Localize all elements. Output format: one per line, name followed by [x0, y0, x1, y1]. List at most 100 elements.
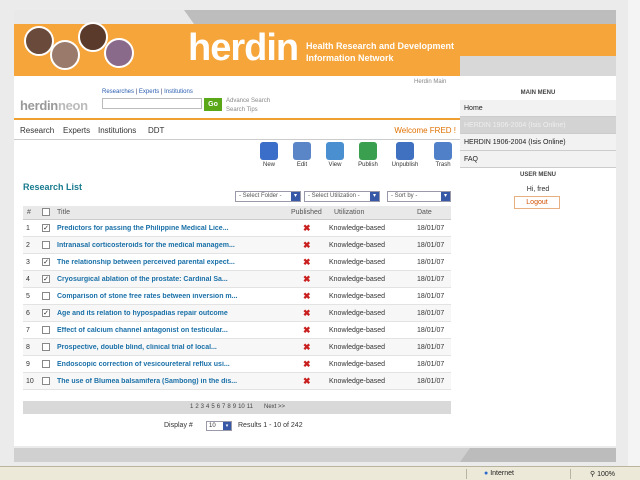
page-link[interactable]: 7	[222, 404, 225, 410]
row-checkbox[interactable]: ✓	[42, 309, 50, 317]
row-number: 1	[26, 225, 30, 232]
nav-research[interactable]: Research	[20, 126, 54, 135]
unpublished-icon[interactable]: ✖	[303, 275, 311, 284]
page-link[interactable]: 4	[206, 404, 209, 410]
menu-item-herdin-isis[interactable]: HERDIN 1906-2004 (Isis Online)	[460, 134, 616, 151]
page-link[interactable]: 11	[247, 404, 253, 410]
zoom-level[interactable]: ⚲ 100%	[590, 470, 615, 478]
toolbar-trash-button[interactable]: Trash	[428, 142, 458, 168]
row-checkbox[interactable]	[42, 241, 50, 249]
footer-bar	[14, 448, 616, 462]
page-link[interactable]: 5	[211, 404, 214, 410]
row-date: 18/01/07	[417, 361, 445, 368]
row-checkbox[interactable]	[42, 343, 50, 351]
row-checkbox[interactable]	[42, 360, 50, 368]
sort-by-dropdown[interactable]: - Sort by - ▾	[387, 191, 451, 202]
unpublished-icon[interactable]: ✖	[303, 377, 311, 386]
row-utilization: Knowledge-based	[329, 361, 386, 368]
page-link[interactable]: 8	[227, 404, 230, 410]
row-number: 7	[26, 327, 30, 334]
select-utilization-dropdown[interactable]: - Select Utilization - ▾	[304, 191, 380, 202]
row-date: 18/01/07	[417, 242, 445, 249]
row-title-link[interactable]: The relationship between perceived paren…	[57, 259, 253, 266]
nav-institutions[interactable]: Institutions	[98, 126, 136, 135]
nav-experts[interactable]: Experts	[63, 126, 90, 135]
select-folder-value: - Select Folder -	[239, 193, 282, 199]
search-tips-link[interactable]: Search Tips	[226, 106, 270, 115]
row-checkbox[interactable]	[42, 326, 50, 334]
select-folder-dropdown[interactable]: - Select Folder - ▾	[235, 191, 301, 202]
row-number: 4	[26, 276, 30, 283]
menu-item-faq[interactable]: FAQ	[460, 151, 616, 168]
row-date: 18/01/07	[417, 276, 445, 283]
row-title-link[interactable]: Cryosurgical ablation of the prostate: C…	[57, 276, 253, 283]
toolbar-new-button[interactable]: New	[254, 142, 284, 168]
page-link[interactable]: 2	[195, 404, 198, 410]
row-title-link[interactable]: Effect of calcium channel antagonist on …	[57, 327, 253, 334]
row-checkbox[interactable]: ✓	[42, 258, 50, 266]
unpublish-icon	[396, 142, 414, 160]
page-link[interactable]: 3	[201, 404, 204, 410]
toolbar-unpublish-button[interactable]: Unpublish	[390, 142, 420, 168]
unpublished-icon[interactable]: ✖	[303, 241, 311, 250]
menu-item-home[interactable]: Home	[460, 100, 616, 117]
row-title-link[interactable]: Endoscopic correction of vesicoureteral …	[57, 361, 253, 368]
row-title-link[interactable]: The use of Blumea balsamifera (Sambong) …	[57, 378, 253, 385]
herdinneon-logo: herdinneon	[20, 98, 88, 113]
display-count-select[interactable]: 10 ▾	[206, 421, 232, 431]
row-checkbox[interactable]	[42, 377, 50, 385]
col-title[interactable]: Title	[57, 209, 70, 216]
row-utilization: Knowledge-based	[329, 259, 386, 266]
row-title-link[interactable]: Intranasal corticosteroids for the medic…	[57, 242, 253, 249]
row-title-link[interactable]: Age and its relation to hypospadias repa…	[57, 310, 253, 317]
browser-status-bar: ● Internet ⚲ 100%	[0, 466, 640, 480]
page-link[interactable]: 10	[238, 404, 245, 410]
nav-ddt[interactable]: DDT	[148, 126, 164, 135]
row-checkbox[interactable]: ✓	[42, 224, 50, 232]
row-utilization: Knowledge-based	[329, 293, 386, 300]
col-published[interactable]: Published	[291, 209, 322, 216]
toolbar-label: Edit	[296, 162, 308, 168]
table-row: 8 Prospective, double blind, clinical tri…	[23, 339, 451, 356]
page-scrollbar[interactable]	[628, 0, 640, 466]
row-number: 2	[26, 242, 30, 249]
row-title-link[interactable]: Comparison of stone free rates between i…	[57, 293, 253, 300]
toolbar-publish-button[interactable]: Publish	[353, 142, 383, 168]
herdin-main-link[interactable]: Herdin Main	[414, 79, 446, 85]
toolbar-view-button[interactable]: View	[320, 142, 350, 168]
table-row: 3 ✓ The relationship between perceived par…	[23, 254, 451, 271]
unpublished-icon[interactable]: ✖	[303, 343, 311, 352]
row-title-link[interactable]: Prospective, double blind, clinical tria…	[57, 344, 253, 351]
page-link[interactable]: 9	[233, 404, 236, 410]
row-checkbox[interactable]	[42, 292, 50, 300]
next-page-link[interactable]: Next >>	[264, 404, 285, 410]
logout-button[interactable]: Logout	[514, 196, 560, 209]
scope-institutions[interactable]: Institutions	[164, 89, 193, 95]
row-number: 5	[26, 293, 30, 300]
unpublished-icon[interactable]: ✖	[303, 309, 311, 318]
select-all-checkbox[interactable]	[42, 208, 50, 216]
tagline: Health Research and Development Informat…	[306, 41, 455, 63]
scope-experts[interactable]: Experts	[139, 89, 159, 95]
row-checkbox[interactable]: ✓	[42, 275, 50, 283]
results-count: Results 1 - 10 of 242	[238, 422, 303, 429]
pagination: 1 2 3 4 5 6 7 8 9 10 11 Next >>	[23, 401, 451, 414]
go-button[interactable]: Go	[204, 98, 222, 111]
page-link[interactable]: 6	[217, 404, 220, 410]
menu-item-herdin-isis-highlighted[interactable]: HERDIN 1906-2004 (Isis Online)	[460, 117, 616, 134]
new-folder-icon	[260, 142, 278, 160]
scope-researches[interactable]: Researches	[102, 89, 134, 95]
unpublished-icon[interactable]: ✖	[303, 258, 311, 267]
advance-search-link[interactable]: Advance Search	[226, 97, 270, 106]
col-date[interactable]: Date	[417, 209, 432, 216]
row-title-link[interactable]: Predictors for passing the Philippine Me…	[57, 225, 253, 232]
toolbar-edit-button[interactable]: Edit	[287, 142, 317, 168]
search-input[interactable]	[102, 98, 202, 109]
col-utilization[interactable]: Utilization	[334, 209, 364, 216]
unpublished-icon[interactable]: ✖	[303, 224, 311, 233]
unpublished-icon[interactable]: ✖	[303, 326, 311, 335]
unpublished-icon[interactable]: ✖	[303, 360, 311, 369]
unpublished-icon[interactable]: ✖	[303, 292, 311, 301]
photo-circle	[104, 38, 134, 68]
table-header: # Title Published Utilization Date	[23, 206, 451, 220]
